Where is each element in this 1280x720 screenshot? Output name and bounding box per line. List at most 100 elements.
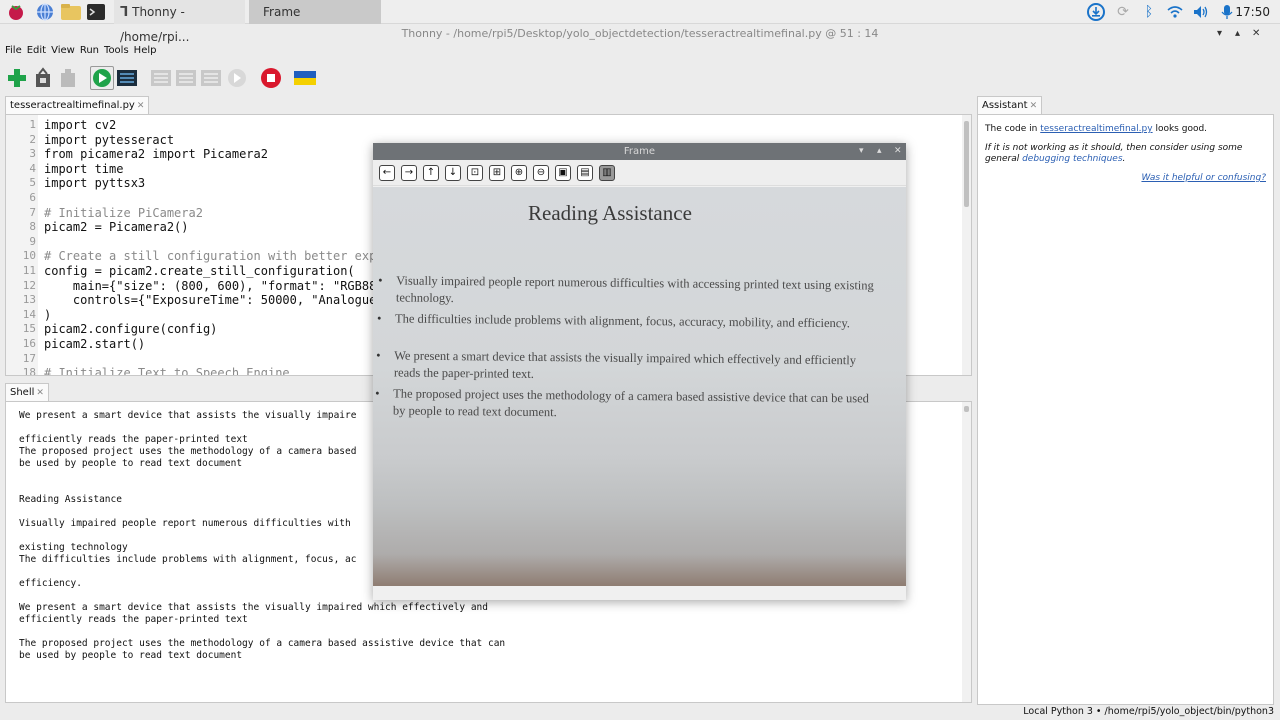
close-tab-icon[interactable]: ✕ xyxy=(137,101,145,111)
wifi-icon[interactable] xyxy=(1166,3,1184,21)
pan-right-icon[interactable]: → xyxy=(401,165,417,181)
sync-icon[interactable]: ⟳ xyxy=(1114,3,1132,21)
line-number: 8 xyxy=(29,220,36,234)
editor-scrollbar[interactable] xyxy=(962,115,971,375)
image-bullet-text: The difficulties include problems with a… xyxy=(394,311,851,331)
debugging-link[interactable]: debugging techniques xyxy=(1022,154,1122,164)
clock[interactable]: 17:50 xyxy=(1235,0,1270,24)
code-line: controls={"ExposureTime": 50000, "Analog… xyxy=(44,293,406,308)
menu-edit[interactable]: Edit xyxy=(22,44,46,58)
code-line: import pytesseract xyxy=(44,132,175,147)
code-line: from picamera2 import Picamera2 xyxy=(44,147,268,162)
tab-assistant[interactable]: Assistant ✕ xyxy=(977,96,1043,114)
line-number: 1 xyxy=(29,118,36,131)
frame-close-icon[interactable]: ✕ xyxy=(894,143,902,160)
shell-scrollbar[interactable] xyxy=(962,402,971,702)
line-number: 18 xyxy=(22,366,36,376)
line-number: 12 xyxy=(22,278,36,292)
step-into-button[interactable] xyxy=(175,67,197,89)
stop-button[interactable] xyxy=(260,67,282,89)
bluetooth-icon[interactable]: ᛒ xyxy=(1140,3,1158,21)
step-out-button[interactable] xyxy=(200,67,222,89)
menu-help[interactable]: Help xyxy=(129,44,157,58)
close-tab-icon[interactable]: ✕ xyxy=(36,388,44,398)
tab-label: tesseractrealtimefinal.py xyxy=(10,100,135,111)
shell-line: be used by people to read text document xyxy=(19,650,243,661)
print-icon[interactable]: ▥ xyxy=(599,165,615,181)
pan-up-icon[interactable]: ↑ xyxy=(423,165,439,181)
line-number: 17 xyxy=(22,351,36,365)
zoom-original-icon[interactable]: ⊞ xyxy=(489,165,505,181)
updates-icon[interactable] xyxy=(1087,3,1105,21)
code-line: # Create a still configuration with bett… xyxy=(44,249,406,264)
menu-run[interactable]: Run xyxy=(75,44,99,58)
save-image-icon[interactable]: ▣ xyxy=(555,165,571,181)
line-number: 14 xyxy=(22,307,36,321)
code-line: picam2.configure(config) xyxy=(44,322,218,337)
shell-line: be used by people to read text document xyxy=(19,458,243,469)
pan-left-icon[interactable]: ← xyxy=(379,165,395,181)
browser-icon[interactable] xyxy=(35,2,55,22)
shell-line: The proposed project uses the methodolog… xyxy=(19,638,506,649)
image-bullet: • Visually impaired people report numerou… xyxy=(378,272,876,311)
line-number: 15 xyxy=(22,322,36,336)
maximize-icon[interactable]: ▴ xyxy=(1235,24,1240,43)
pan-down-icon[interactable]: ↓ xyxy=(445,165,461,181)
raspberry-menu-icon[interactable] xyxy=(6,2,26,22)
line-number: 6 xyxy=(29,191,36,204)
menu-tools[interactable]: Tools xyxy=(99,44,129,58)
zoom-fit-icon[interactable]: ⊡ xyxy=(467,165,483,181)
code-line: import time xyxy=(44,161,124,176)
properties-icon[interactable]: ▤ xyxy=(577,165,593,181)
line-number: 16 xyxy=(22,337,36,350)
save-file-button[interactable] xyxy=(57,67,79,89)
ukraine-flag-icon[interactable] xyxy=(294,71,316,85)
line-number: 2 xyxy=(29,132,36,146)
assistant-message: The code in tesseractrealtimefinal.py lo… xyxy=(985,124,1266,135)
zoom-out-icon[interactable]: ⊖ xyxy=(533,165,549,181)
tab-shell[interactable]: Shell ✕ xyxy=(5,383,49,401)
volume-icon[interactable] xyxy=(1192,3,1210,21)
menu-view[interactable]: View xyxy=(46,44,75,58)
close-tab-icon[interactable]: ✕ xyxy=(1030,101,1038,111)
shell-line: efficiently reads the paper-printed text xyxy=(19,614,248,625)
close-icon[interactable]: ✕ xyxy=(1252,24,1260,43)
menu-file[interactable]: File xyxy=(0,44,22,58)
terminal-icon[interactable] xyxy=(86,2,106,22)
debug-button[interactable] xyxy=(116,67,138,89)
frame-maximize-icon[interactable]: ▴ xyxy=(877,143,882,160)
tab-editor-file[interactable]: tesseractrealtimefinal.py ✕ xyxy=(5,96,150,114)
shell-line: Visually impaired people report numerous… xyxy=(19,518,351,529)
feedback-link[interactable]: Was it helpful or confusing? xyxy=(1141,173,1266,183)
line-number: 7 xyxy=(29,205,36,219)
menu-bar: File Edit View Run Tools Help xyxy=(0,43,156,59)
shell-line: The difficulties include problems with a… xyxy=(19,554,357,565)
taskbar-task-thonny[interactable]: Ꞁ Thonny - /home/rpi... xyxy=(114,0,245,44)
shell-line: existing technology xyxy=(19,542,128,553)
frame-minimize-icon[interactable]: ▾ xyxy=(859,143,864,160)
shell-scrollbar-thumb[interactable] xyxy=(964,406,969,412)
shell-line: We present a smart device that assists t… xyxy=(19,410,357,421)
minimize-icon[interactable]: ▾ xyxy=(1217,24,1222,43)
image-bullet: • The difficulties include problems with … xyxy=(377,310,875,332)
run-button[interactable] xyxy=(90,66,114,90)
microphone-icon[interactable] xyxy=(1218,3,1236,21)
file-link[interactable]: tesseractrealtimefinal.py xyxy=(1040,124,1152,134)
new-file-button[interactable] xyxy=(6,67,28,89)
file-manager-icon[interactable] xyxy=(60,2,81,22)
line-number: 3 xyxy=(29,147,36,161)
shell-line: efficiency. xyxy=(19,578,82,589)
tab-label: Assistant xyxy=(982,100,1028,111)
shell-line: Reading Assistance xyxy=(19,494,122,505)
zoom-in-icon[interactable]: ⊕ xyxy=(511,165,527,181)
open-file-button[interactable] xyxy=(32,67,54,89)
status-bar[interactable]: Local Python 3 • /home/rpi5/yolo_object/… xyxy=(1023,704,1274,720)
resume-button[interactable] xyxy=(226,67,248,89)
shell-line: We present a smart device that assists t… xyxy=(19,602,488,613)
step-over-button[interactable] xyxy=(150,67,172,89)
image-bullet-text: Visually impaired people report numerous… xyxy=(395,273,874,306)
taskbar-task-frame[interactable]: Frame xyxy=(249,0,381,24)
line-number: 10 xyxy=(22,249,36,263)
code-line: # Initialize PiCamera2 xyxy=(44,205,203,220)
editor-scrollbar-thumb[interactable] xyxy=(964,121,969,207)
